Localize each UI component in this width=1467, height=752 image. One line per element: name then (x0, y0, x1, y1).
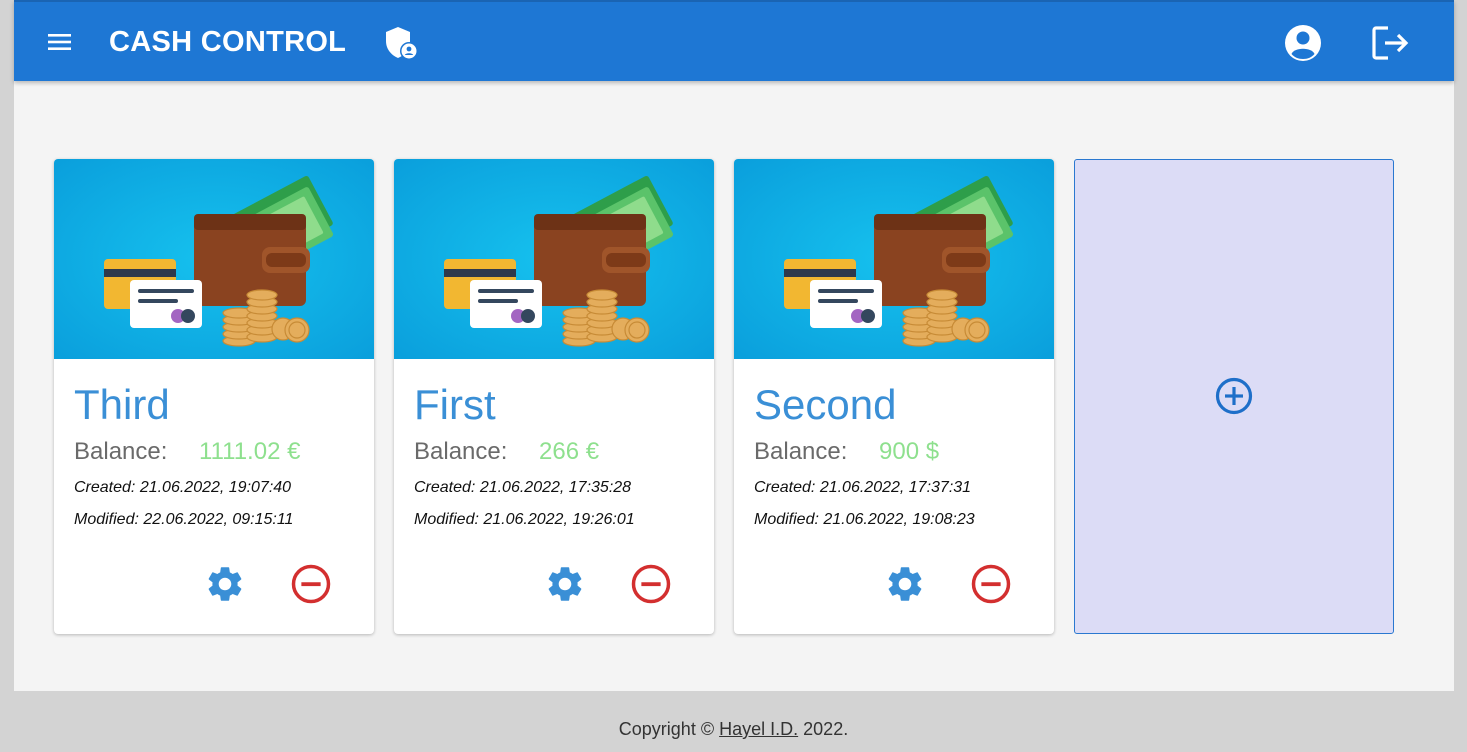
app-bar: CASH CONTROL (14, 0, 1454, 81)
wallet-name[interactable]: First (414, 381, 496, 429)
app-title: CASH CONTROL (109, 26, 347, 58)
account-button[interactable] (1283, 23, 1323, 63)
delete-button[interactable] (630, 563, 672, 605)
add-wallet-card[interactable] (1074, 159, 1394, 634)
delete-button[interactable] (290, 563, 332, 605)
delete-button[interactable] (970, 563, 1012, 605)
modified-date: Modified: 21.06.2022, 19:08:23 (754, 511, 975, 528)
wallet-illustration (734, 159, 1054, 359)
gear-icon (544, 563, 586, 605)
logout-icon (1372, 26, 1409, 60)
wallet-card: Third Balance: 1111.02 € Created: 21.06.… (54, 159, 374, 634)
remove-circle-icon (290, 563, 332, 605)
balance-value: 1111.02 € (199, 438, 301, 465)
admin-shield-icon (382, 24, 420, 62)
add-circle-icon[interactable] (1214, 376, 1254, 416)
wallet-card: First Balance: 266 € Created: 21.06.2022… (394, 159, 714, 634)
logout-button[interactable] (1370, 23, 1412, 63)
wallet-name[interactable]: Third (74, 381, 170, 429)
remove-circle-icon (970, 563, 1012, 605)
modified-date: Modified: 21.06.2022, 19:26:01 (414, 511, 635, 528)
modified-date: Modified: 22.06.2022, 09:15:11 (74, 511, 294, 528)
copyright-year: 2022. (803, 719, 849, 739)
balance-label: Balance: (754, 438, 848, 465)
wallet-card: Second Balance: 900 $ Created: 21.06.202… (734, 159, 1054, 634)
menu-button[interactable] (47, 30, 72, 54)
gear-icon (884, 563, 926, 605)
settings-button[interactable] (544, 563, 586, 605)
wallet-illustration (54, 159, 374, 359)
copyright-text: Copyright © (618, 719, 715, 739)
created-date: Created: 21.06.2022, 17:37:31 (754, 479, 972, 496)
created-date: Created: 21.06.2022, 17:35:28 (414, 479, 632, 496)
created-date: Created: 21.06.2022, 19:07:40 (74, 479, 292, 496)
settings-button[interactable] (884, 563, 926, 605)
wallet-illustration (394, 159, 714, 359)
footer: Copyright © Hayel I.D. 2022. (0, 718, 1467, 740)
balance-value: 266 € (539, 438, 600, 465)
gear-icon (204, 563, 246, 605)
balance-value: 900 $ (879, 438, 940, 465)
author-link[interactable]: Hayel I.D. (719, 719, 798, 739)
remove-circle-icon (630, 563, 672, 605)
balance-label: Balance: (74, 438, 168, 465)
balance-label: Balance: (414, 438, 508, 465)
app-container: CASH CONTROL Third Balance: 1111.02 € Cr… (14, 0, 1454, 691)
account-circle-icon (1285, 25, 1321, 61)
menu-icon (48, 34, 71, 50)
wallet-name[interactable]: Second (754, 381, 896, 429)
settings-button[interactable] (204, 563, 246, 605)
